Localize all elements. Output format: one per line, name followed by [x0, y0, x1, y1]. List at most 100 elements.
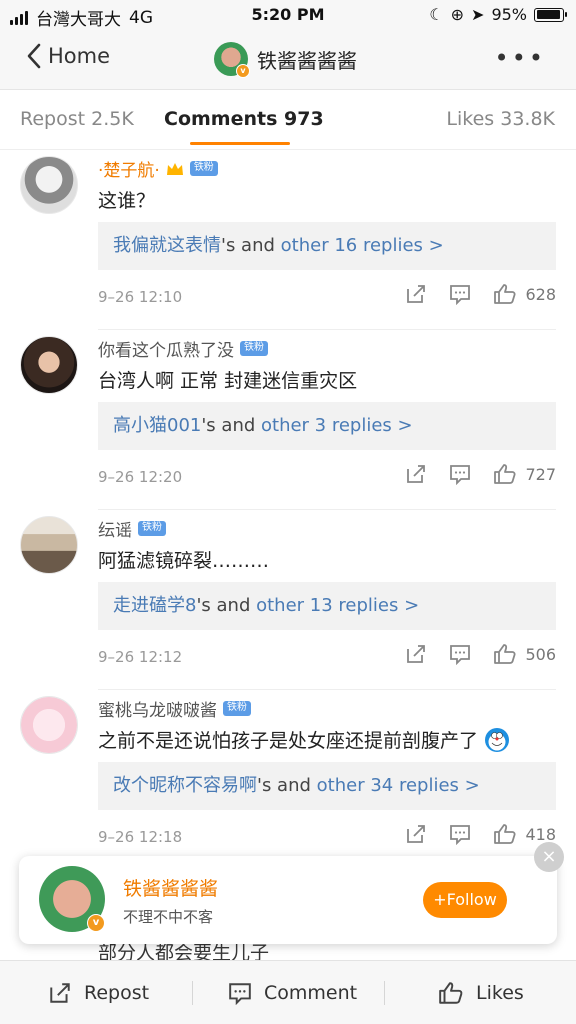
close-icon[interactable]: × — [534, 842, 564, 872]
battery-icon — [534, 7, 567, 22]
nav-title[interactable]: v 铁酱酱酱酱 — [214, 42, 357, 78]
chevron-left-icon — [27, 43, 41, 69]
comment-author[interactable]: 你看这个瓜熟了没 铁粉 — [98, 336, 268, 361]
comment-author[interactable]: 纭谣 铁粉 — [98, 516, 166, 541]
repost-button[interactable]: Repost — [48, 961, 149, 1024]
divider — [384, 981, 385, 1005]
comment-actions: 418 — [405, 822, 556, 846]
follow-card: v 铁酱酱酱酱 不理不中不客 +Follow × — [19, 842, 564, 944]
comment-author-name: ·楚子航· — [98, 161, 160, 181]
avatar[interactable] — [20, 696, 78, 754]
reply-mid: 's and — [257, 775, 317, 796]
fan-badge: 铁粉 — [189, 161, 218, 176]
more-button[interactable]: ••• — [495, 44, 546, 72]
reply-link[interactable]: other 13 replies > — [256, 595, 419, 616]
battery-fill — [536, 10, 561, 19]
comment-item: ·楚子航· 铁粉 这谁？ 我偏就这表情's and other 16 repli… — [0, 150, 576, 330]
avatar[interactable]: v — [39, 866, 105, 932]
crown-icon — [166, 161, 184, 177]
reply-user[interactable]: 我偏就这表情 — [113, 235, 221, 256]
reply-link[interactable]: other 16 replies > — [281, 235, 444, 256]
follow-button[interactable]: +Follow — [423, 882, 507, 918]
comment-actions: 727 — [405, 462, 556, 486]
repost-icon — [50, 983, 70, 1003]
comment-actions: 628 — [405, 282, 556, 306]
verified-badge-icon: v — [87, 914, 105, 932]
like-count: 506 — [525, 644, 556, 664]
like-button[interactable]: Likes — [438, 961, 524, 1024]
comment-time: 9–26 12:10 — [98, 288, 183, 306]
back-button[interactable]: Home — [26, 42, 110, 70]
active-tab-indicator — [190, 142, 290, 145]
tab-bar: Repost 2.5K Comments 973 Likes 33.8K — [0, 90, 576, 150]
reply-link[interactable]: other 3 replies > — [261, 415, 413, 436]
like-count: 727 — [525, 464, 556, 484]
comment-author-name: 纭谣 — [98, 521, 132, 541]
comment-text: 这谁？ — [98, 190, 156, 212]
comment-item: 蜜桃乌龙啵啵酱 铁粉 之前不是还说怕孩子是处女座还提前剖腹产了 改个昵称不容易啊… — [0, 690, 576, 870]
thumbs-up-icon — [494, 644, 516, 664]
location-icon: ➤ — [471, 5, 485, 24]
comment-icon[interactable] — [449, 283, 471, 305]
reply-link[interactable]: other 34 replies > — [317, 775, 480, 796]
thumbs-up-icon — [494, 284, 516, 304]
comment-time: 9–26 12:12 — [98, 648, 183, 666]
comment-author-name: 你看这个瓜熟了没 — [98, 341, 234, 361]
avatar[interactable] — [20, 156, 78, 214]
comment-item: 你看这个瓜熟了没 铁粉 台湾人啊 正常 封建迷信重灾区 高小猫001's and… — [0, 330, 576, 510]
bottom-action-bar: Repost Comment Likes — [0, 960, 576, 1024]
tab-comments[interactable]: Comments 973 — [164, 108, 324, 130]
repost-icon[interactable] — [405, 283, 427, 305]
comment-icon[interactable] — [449, 643, 471, 665]
nav-bar: Home v 铁酱酱酱酱 ••• — [0, 30, 576, 90]
comment-time: 9–26 12:20 — [98, 468, 183, 486]
battery-percent: 95% — [491, 5, 527, 24]
thumbs-up-icon — [494, 824, 516, 844]
comment-icon[interactable] — [449, 463, 471, 485]
like-button[interactable]: 506 — [493, 642, 556, 666]
repost-icon[interactable] — [405, 823, 427, 845]
like-count: 628 — [525, 284, 556, 304]
fan-badge: 铁粉 — [138, 521, 166, 536]
repost-icon[interactable] — [405, 463, 427, 485]
like-button[interactable]: 727 — [493, 462, 556, 486]
moon-icon: ☾ — [429, 5, 444, 24]
page-title: 铁酱酱酱酱 — [257, 48, 357, 73]
comment-icon — [229, 983, 251, 1005]
reply-summary[interactable]: 我偏就这表情's and other 16 replies > — [98, 222, 556, 270]
comment-actions: 506 — [405, 642, 556, 666]
repost-icon[interactable] — [405, 643, 427, 665]
comment-author[interactable]: 蜜桃乌龙啵啵酱 铁粉 — [98, 696, 251, 721]
reply-mid: 's and — [196, 595, 257, 616]
avatar[interactable] — [20, 516, 78, 574]
repost-label: Repost — [84, 982, 150, 1004]
doraemon-emoji-icon — [485, 727, 510, 752]
tab-repost[interactable]: Repost 2.5K — [20, 108, 134, 130]
reply-mid: 's and — [221, 235, 281, 256]
reply-user[interactable]: 高小猫001 — [113, 415, 201, 436]
avatar[interactable] — [20, 336, 78, 394]
comment-icon[interactable] — [449, 823, 471, 845]
reply-user[interactable]: 走进磕学8 — [113, 595, 196, 616]
comment-item: 纭谣 铁粉 阿猛滤镜碎裂……… 走进磕学8's and other 13 rep… — [0, 510, 576, 690]
follow-card-name[interactable]: 铁酱酱酱酱 — [123, 874, 218, 901]
back-label: Home — [48, 44, 111, 68]
reply-summary[interactable]: 改个昵称不容易啊's and other 34 replies > — [98, 762, 556, 810]
likes-label: Likes — [476, 982, 524, 1004]
thumbs-up-icon — [439, 982, 463, 1004]
tab-likes[interactable]: Likes 33.8K — [446, 108, 555, 130]
divider — [192, 981, 193, 1005]
thumbs-up-icon — [494, 464, 516, 484]
rotation-lock-icon: ⊕ — [450, 5, 465, 24]
reply-summary[interactable]: 走进磕学8's and other 13 replies > — [98, 582, 556, 630]
reply-summary[interactable]: 高小猫001's and other 3 replies > — [98, 402, 556, 450]
comment-text: 阿猛滤镜碎裂……… — [98, 550, 270, 572]
comment-label: Comment — [264, 982, 358, 1004]
like-count: 418 — [525, 824, 556, 844]
comment-author[interactable]: ·楚子航· 铁粉 — [98, 156, 218, 181]
comment-button[interactable]: Comment — [228, 961, 357, 1024]
reply-user[interactable]: 改个昵称不容易啊 — [113, 775, 257, 796]
reply-mid: 's and — [201, 415, 261, 436]
comment-text: 台湾人啊 正常 封建迷信重灾区 — [98, 370, 358, 392]
like-button[interactable]: 628 — [493, 282, 556, 306]
